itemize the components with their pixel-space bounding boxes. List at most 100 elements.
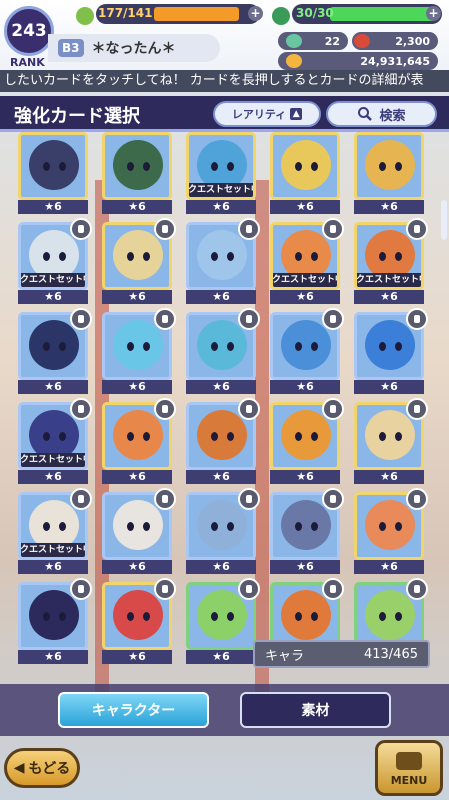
character-card[interactable]: クエストセット中 ★6 (18, 218, 92, 304)
character-card[interactable]: ★6 (186, 308, 260, 394)
card-portrait (270, 132, 340, 200)
rarity-sort-button[interactable]: レアリティ ▲ (213, 101, 321, 127)
portrait-eye (127, 432, 134, 441)
character-card[interactable]: ★6 (354, 308, 428, 394)
character-card[interactable]: ★6 (270, 132, 340, 214)
portrait-eye (379, 522, 386, 531)
lock-icon (322, 218, 344, 240)
hint-marquee: したいカードをタッチしてね！ カードを長押しするとカードの詳細が表 (0, 70, 449, 92)
character-card[interactable]: ★6 (18, 132, 88, 214)
character-card[interactable]: ★6 (354, 132, 424, 214)
rank-label: RANK (10, 56, 45, 69)
character-card[interactable]: ★6 (102, 308, 176, 394)
back-button[interactable]: ◀ もどる (4, 748, 80, 788)
character-card[interactable]: クエストセット中 ★6 (18, 398, 92, 484)
portrait-eye (211, 432, 218, 441)
character-card[interactable]: ★6 (186, 398, 260, 484)
character-portrait (281, 410, 331, 460)
character-card[interactable]: クエストセット中 ★6 (354, 218, 428, 304)
portrait-eye (395, 342, 402, 351)
card-rarity: ★6 (270, 290, 340, 304)
character-portrait (281, 140, 331, 190)
character-portrait (113, 590, 163, 640)
card-rarity: ★6 (270, 380, 340, 394)
portrait-eye (59, 252, 66, 261)
character-count-box: キャラ 413/465 (253, 640, 430, 668)
portrait-eye (43, 522, 50, 531)
character-card[interactable]: ★6 (354, 398, 428, 484)
back-arrow-icon: ◀ (13, 760, 25, 776)
character-card[interactable]: ★6 (102, 398, 176, 484)
rank-badge[interactable]: 243 (4, 6, 54, 56)
search-button[interactable]: 検索 (326, 101, 437, 127)
portrait-eye (227, 252, 234, 261)
character-card[interactable]: ★6 (270, 398, 344, 484)
character-card[interactable]: ★6 (186, 578, 260, 664)
lock-icon (154, 218, 176, 240)
portrait-eye (59, 162, 66, 171)
portrait-eye (311, 252, 318, 261)
character-card[interactable]: ★6 (270, 308, 344, 394)
character-card[interactable]: ★6 (18, 308, 92, 394)
character-portrait (197, 410, 247, 460)
tab-character[interactable]: キャラクター (58, 692, 209, 728)
card-rarity: ★6 (354, 290, 424, 304)
tab-material[interactable]: 素材 (240, 692, 391, 728)
player-name-pill[interactable]: B3 ＊なったん＊ (48, 34, 220, 62)
character-card[interactable]: ★6 (102, 218, 176, 304)
status-bar: 243 RANK 177/141 + 30/30 + B3 ＊なったん＊ 22 … (0, 0, 449, 72)
character-portrait (197, 230, 247, 280)
ap-value: 30/30 (296, 6, 334, 20)
character-card[interactable]: ★6 (102, 488, 176, 574)
lock-icon (154, 398, 176, 420)
portrait-eye (59, 522, 66, 531)
card-rarity: ★6 (18, 200, 88, 214)
portrait-eye (211, 162, 218, 171)
lock-icon (406, 488, 428, 510)
quest-set-tag: クエストセット中 (21, 453, 85, 467)
character-card[interactable]: ★6 (18, 578, 92, 664)
character-card[interactable]: クエストセット中 ★6 (18, 488, 92, 574)
portrait-eye (379, 162, 386, 171)
portrait-eye (311, 612, 318, 621)
character-card[interactable]: ★6 (186, 218, 260, 304)
lock-icon (70, 218, 92, 240)
search-icon (358, 107, 373, 121)
menu-button[interactable]: MENU (375, 740, 443, 796)
character-card[interactable]: ★6 (270, 488, 344, 574)
count-label: キャラ (265, 648, 305, 664)
character-card[interactable]: ★6 (102, 132, 172, 214)
card-portrait (102, 132, 172, 200)
portrait-eye (295, 612, 302, 621)
portrait-eye (311, 342, 318, 351)
character-card[interactable]: ★6 (186, 488, 260, 574)
stamina-plus-button[interactable]: + (248, 6, 263, 21)
scrollbar-thumb[interactable] (441, 200, 447, 240)
portrait-eye (395, 522, 402, 531)
menu-icon (396, 752, 422, 770)
character-portrait (365, 590, 415, 640)
lock-icon (70, 308, 92, 330)
lock-icon (406, 218, 428, 240)
character-card[interactable]: ★6 (102, 578, 176, 664)
character-card[interactable]: ★6 (354, 488, 428, 574)
portrait-eye (143, 612, 150, 621)
character-card[interactable]: クエストセット中 ★6 (186, 132, 256, 214)
ap-plus-button[interactable]: + (426, 6, 441, 21)
search-label: 検索 (379, 108, 406, 124)
portrait-eye (211, 252, 218, 261)
portrait-eye (127, 342, 134, 351)
portrait-eye (211, 342, 218, 351)
portrait-eye (295, 252, 302, 261)
character-card[interactable]: クエストセット中 ★6 (270, 218, 344, 304)
card-rarity: ★6 (354, 380, 424, 394)
card-rarity: ★6 (18, 470, 88, 484)
ap-fill (330, 7, 436, 21)
card-rarity: ★6 (354, 560, 424, 574)
lock-icon (322, 398, 344, 420)
portrait-eye (295, 342, 302, 351)
gem-icon (354, 34, 370, 48)
card-rarity: ★6 (102, 200, 172, 214)
rarity-sort-label: レアリティ (231, 108, 287, 121)
card-rarity: ★6 (102, 380, 172, 394)
